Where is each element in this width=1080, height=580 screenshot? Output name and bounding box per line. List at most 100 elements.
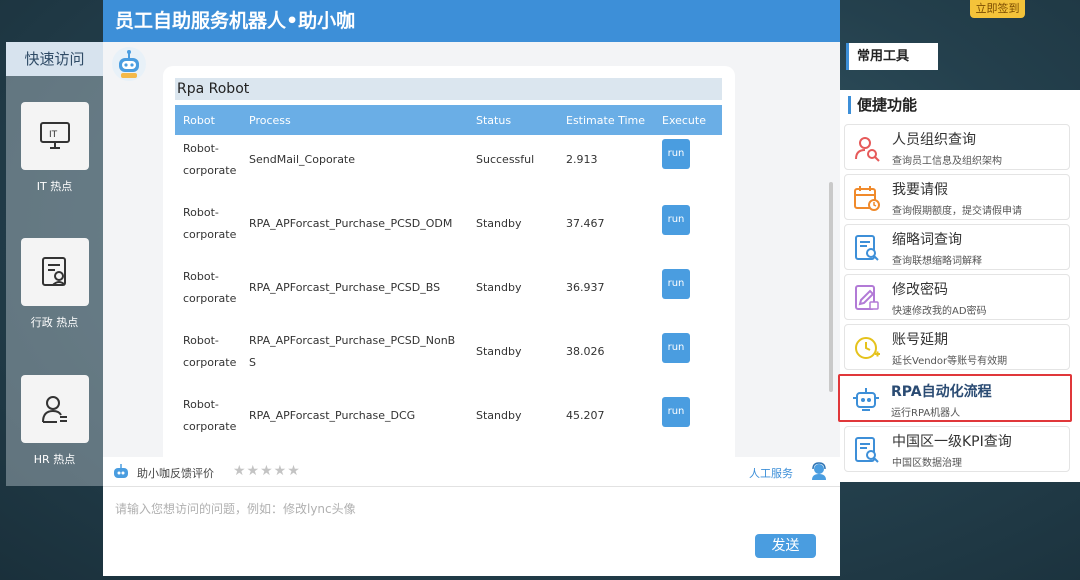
column-header: Robot bbox=[183, 114, 215, 127]
function-desc: 查询员工信息及组织架构 bbox=[892, 156, 1002, 167]
robot-cell: Robot- bbox=[183, 334, 219, 347]
table-row: Robot- corporate RPA_APForcast_Purchase_… bbox=[175, 269, 722, 334]
quick-access-panel: 快速访问 IT IT 热点 行政 热点 HR 热点 bbox=[6, 42, 103, 486]
quick-card[interactable]: IT bbox=[20, 102, 89, 170]
it-monitor-icon: IT bbox=[39, 122, 70, 149]
robot-cell: corporate bbox=[183, 164, 237, 177]
kpi-document-icon bbox=[855, 437, 879, 463]
function-name: 我要请假 bbox=[892, 182, 948, 198]
column-header: Process bbox=[249, 114, 291, 127]
feedback-label: 助小咖反馈评价 bbox=[137, 467, 214, 480]
function-desc: 查询假期额度，提交请假申请 bbox=[892, 206, 1022, 217]
rpa-message-bubble: Rpa Robot Robot Process Status Estimate … bbox=[163, 66, 735, 457]
robot-cell: Robot- bbox=[183, 270, 219, 283]
time-cell: 45.207 bbox=[566, 409, 605, 422]
function-item-rpa[interactable]: RPA自动化流程 运行RPA机器人 bbox=[838, 374, 1072, 422]
robot-cell: corporate bbox=[183, 356, 237, 369]
signin-button[interactable]: 立即签到 bbox=[970, 0, 1025, 18]
function-item-password[interactable]: 修改密码 快速修改我的AD密码 bbox=[844, 274, 1070, 320]
bot-small-icon bbox=[114, 464, 128, 478]
robot-cell: corporate bbox=[183, 228, 237, 241]
quick-item-label: IT 热点 bbox=[36, 180, 73, 193]
table-row: Robot- corporate SendMail_Coporate Succe… bbox=[175, 139, 722, 206]
quick-item-admin[interactable]: 行政 热点 bbox=[6, 238, 103, 330]
run-button[interactable]: run bbox=[662, 139, 690, 169]
function-name: RPA自动化流程 bbox=[891, 384, 992, 400]
time-cell: 38.026 bbox=[566, 345, 605, 358]
run-button[interactable]: run bbox=[662, 205, 690, 235]
robot-cell: Robot- bbox=[183, 142, 219, 155]
robot-cell: corporate bbox=[183, 292, 237, 305]
hr-person-icon bbox=[41, 396, 67, 423]
human-service-link[interactable]: 人工服务 bbox=[749, 465, 793, 481]
robot-icon bbox=[853, 388, 879, 411]
process-cell: RPA_APForcast_Purchase_PCSD_NonB bbox=[249, 334, 456, 347]
time-cell: 36.937 bbox=[566, 281, 605, 294]
rating-stars[interactable]: ★★★★★ bbox=[233, 463, 301, 479]
quick-access-title: 快速访问 bbox=[6, 42, 103, 76]
quick-functions-title: 便捷功能 bbox=[848, 96, 917, 114]
function-item-kpi[interactable]: 中国区一级KPI查询 中国区数据治理 bbox=[844, 426, 1070, 472]
status-cell: Standby bbox=[476, 345, 522, 358]
run-button[interactable]: run bbox=[662, 269, 690, 299]
quick-item-label: HR 热点 bbox=[33, 453, 76, 466]
status-cell: Successful bbox=[476, 153, 535, 166]
function-desc: 查询联想缩略词解释 bbox=[892, 256, 982, 267]
robot-cell: Robot- bbox=[183, 206, 219, 219]
table-row: Robot- corporate RPA_APForcast_Purchase_… bbox=[175, 397, 722, 457]
function-name: 缩略词查询 bbox=[892, 232, 962, 248]
process-cell: RPA_APForcast_Purchase_PCSD_BS bbox=[249, 281, 441, 294]
common-tools-title: 常用工具 bbox=[846, 43, 938, 70]
quick-functions-panel: 便捷功能 人员组织查询 查询员工信息及组织架构 我要请假 查询假期额度，提交请假… bbox=[838, 90, 1080, 482]
process-cell: SendMail_Coporate bbox=[249, 153, 356, 166]
table-header: Robot Process Status Estimate Time Execu… bbox=[175, 105, 722, 135]
chat-scrollbar[interactable] bbox=[829, 182, 833, 392]
function-item-leave[interactable]: 我要请假 查询假期额度，提交请假申请 bbox=[844, 174, 1070, 220]
quick-item-it[interactable]: IT IT 热点 bbox=[6, 102, 103, 194]
send-button[interactable]: 发送 bbox=[755, 534, 816, 558]
table-row: Robot- corporate RPA_APForcast_Purchase_… bbox=[175, 205, 722, 270]
person-search-icon bbox=[855, 137, 880, 162]
function-item-person-search[interactable]: 人员组织查询 查询员工信息及组织架构 bbox=[844, 124, 1070, 170]
function-desc: 快速修改我的AD密码 bbox=[892, 306, 987, 317]
admin-document-icon bbox=[41, 257, 66, 286]
function-item-abbreviation[interactable]: 缩略词查询 查询联想缩略词解释 bbox=[844, 224, 1070, 270]
process-cell: S bbox=[249, 356, 256, 369]
time-cell: 2.913 bbox=[566, 153, 598, 166]
chat-message-area: Rpa Robot Robot Process Status Estimate … bbox=[103, 42, 840, 457]
function-name: 修改密码 bbox=[892, 282, 948, 298]
function-name: 账号延期 bbox=[892, 332, 948, 348]
svg-text:IT: IT bbox=[49, 130, 58, 140]
run-button[interactable]: run bbox=[662, 397, 690, 427]
bot-avatar-icon bbox=[112, 47, 146, 81]
status-cell: Standby bbox=[476, 409, 522, 422]
chat-window: 员工自助服务机器人•助小咖 Rpa Robot Robot Process St… bbox=[103, 0, 840, 576]
process-cell: RPA_APForcast_Purchase_DCG bbox=[249, 409, 416, 422]
function-desc: 中国区数据治理 bbox=[892, 458, 962, 469]
calendar-clock-icon bbox=[854, 186, 880, 211]
run-button[interactable]: run bbox=[662, 333, 690, 363]
quick-card[interactable] bbox=[20, 375, 89, 443]
chat-title: 员工自助服务机器人•助小咖 bbox=[103, 0, 840, 42]
quick-item-hr[interactable]: HR 热点 bbox=[6, 375, 103, 467]
process-cell: RPA_APForcast_Purchase_PCSD_ODM bbox=[249, 217, 453, 230]
robot-cell: corporate bbox=[183, 420, 237, 433]
column-header: Execute bbox=[662, 114, 706, 127]
function-desc: 延长Vendor等账号有效期 bbox=[892, 356, 1008, 367]
function-item-account-extend[interactable]: 账号延期 延长Vendor等账号有效期 bbox=[844, 324, 1070, 370]
robot-cell: Robot- bbox=[183, 398, 219, 411]
function-desc: 运行RPA机器人 bbox=[891, 408, 961, 419]
customer-service-icon[interactable] bbox=[809, 461, 829, 481]
function-name: 中国区一级KPI查询 bbox=[892, 434, 1012, 450]
time-cell: 37.467 bbox=[566, 217, 605, 230]
status-cell: Standby bbox=[476, 281, 522, 294]
feedback-bar: 助小咖反馈评价 ★★★★★ 人工服务 bbox=[103, 457, 840, 487]
quick-card[interactable] bbox=[20, 238, 89, 306]
edit-lock-icon bbox=[855, 285, 879, 310]
question-input[interactable]: 请输入您想访问的问题，例如：修改lync头像 bbox=[115, 500, 356, 517]
column-header: Status bbox=[476, 114, 512, 127]
status-cell: Standby bbox=[476, 217, 522, 230]
rpa-table-title: Rpa Robot bbox=[175, 78, 722, 100]
column-header: Estimate Time bbox=[566, 114, 646, 127]
clock-extend-icon bbox=[855, 337, 880, 359]
